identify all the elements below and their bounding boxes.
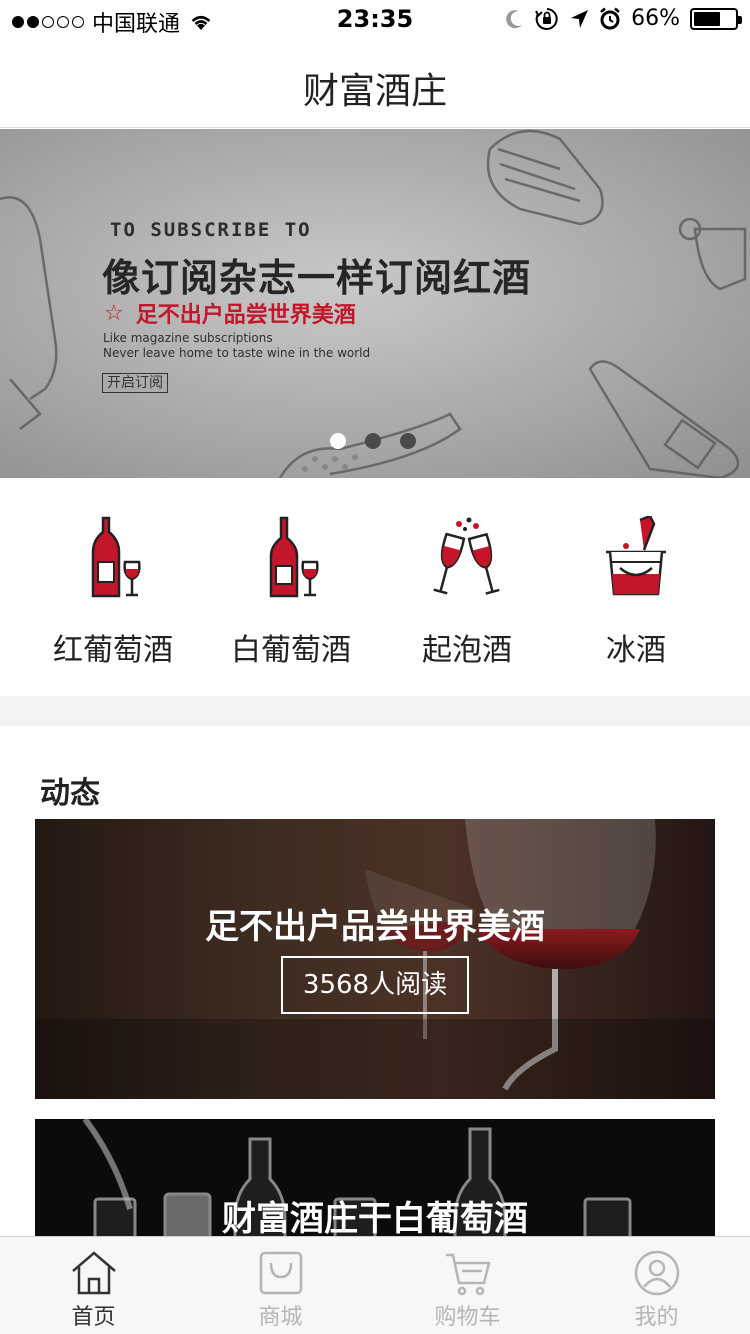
tab-bar: 首页 商城 购物车 我的 [0, 1236, 750, 1334]
home-icon [71, 1251, 116, 1295]
moon-icon [506, 9, 523, 28]
ice-bucket-icon [606, 516, 666, 596]
shopping-bag-icon [259, 1251, 302, 1295]
pager-dot[interactable] [365, 433, 381, 449]
category-label: 红葡萄酒 [53, 633, 173, 668]
battery-cap [738, 15, 742, 24]
status-bar: 中国联通 23:35 66% [0, 0, 750, 40]
card-title: 足不出户品尝世界美酒 [205, 907, 545, 947]
banner-subtitle-text: 足不出户品尝世界美酒 [135, 303, 356, 328]
tab-label: 首页 [71, 1305, 116, 1330]
tab-label: 我的 [634, 1305, 679, 1330]
red-wine-bottle-icon [91, 516, 141, 598]
tab-label: 商城 [258, 1305, 303, 1330]
alarm-icon [600, 7, 620, 29]
banner-subtitle: ☆ 足不出户品尝世界美酒 [104, 297, 356, 329]
cart-icon [445, 1253, 491, 1296]
page-title: 财富酒庄 [302, 71, 447, 112]
orientation-lock-icon [535, 7, 558, 30]
banner-en-line-2: Never leave home to taste wine in the wo… [103, 346, 371, 360]
white-wine-bottle-icon [269, 516, 319, 598]
category-label: 冰酒 [606, 633, 666, 668]
nav-bar: 财富酒庄 [0, 40, 750, 128]
subscribe-button[interactable]: 开启订阅 [102, 373, 168, 393]
tab-home[interactable]: 首页 [0, 1237, 187, 1334]
banner-en-line-1: Like magazine subscriptions [103, 331, 273, 345]
banner-en-heading: TO SUBSCRIBE TO [110, 219, 312, 241]
section-divider [0, 696, 750, 726]
feed-section-title: 动态 [40, 776, 100, 811]
feed-card[interactable]: 足不出户品尝世界美酒 3568人阅读 [35, 819, 715, 1099]
tab-cart[interactable]: 购物车 [374, 1237, 561, 1334]
tab-label: 购物车 [434, 1305, 501, 1330]
read-count-badge: 3568人阅读 [281, 956, 469, 1014]
star-icon: ☆ [104, 300, 124, 326]
battery-icon [690, 7, 742, 30]
location-icon [571, 9, 589, 28]
category-label: 白葡萄酒 [231, 633, 351, 668]
pager-dot[interactable] [400, 433, 416, 449]
category-grid: 红葡萄酒 白葡萄酒 起泡酒 冰酒 [0, 478, 750, 696]
tab-profile[interactable]: 我的 [563, 1237, 750, 1334]
battery-percent: 66% [631, 6, 680, 31]
profile-icon [634, 1250, 679, 1296]
sparkling-toast-icon [433, 517, 500, 595]
banner-en-description: Like magazine subscriptions Never leave … [103, 331, 370, 361]
tab-mall[interactable]: 商城 [187, 1237, 374, 1334]
banner-title: 像订阅杂志一样订阅红酒 [102, 256, 532, 300]
banner-pager[interactable] [330, 433, 416, 449]
pager-dot[interactable] [330, 433, 346, 449]
status-right: 66% [505, 6, 742, 31]
category-label: 起泡酒 [422, 633, 512, 668]
card-title: 财富酒庄干白葡萄酒 [222, 1199, 528, 1239]
promo-banner[interactable]: TO SUBSCRIBE TO 像订阅杂志一样订阅红酒 ☆ 足不出户品尝世界美酒… [0, 129, 750, 478]
battery-fill [694, 11, 721, 26]
